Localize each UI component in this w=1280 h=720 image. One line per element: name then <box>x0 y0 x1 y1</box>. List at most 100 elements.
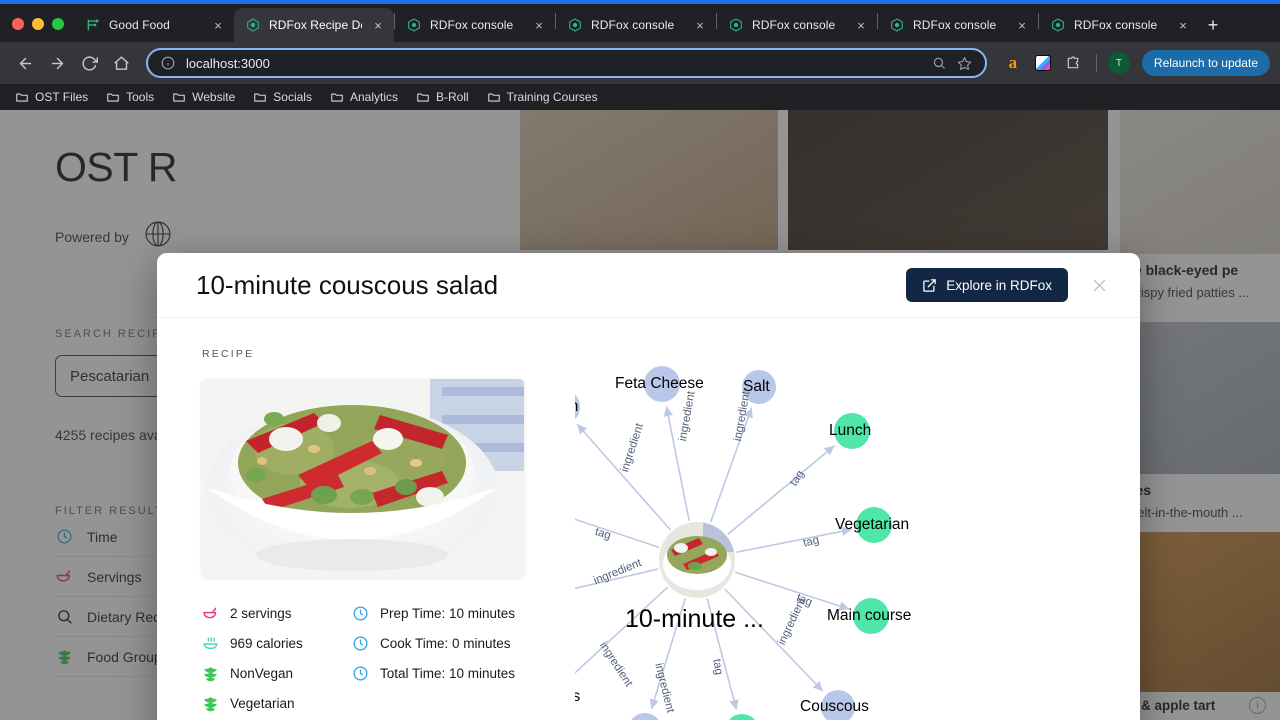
bookmark-label: B-Roll <box>436 90 469 104</box>
browser-tab-1[interactable]: RDFox Recipe Dem× <box>234 8 394 42</box>
rdfox-icon <box>889 17 905 33</box>
bookmark-label: Analytics <box>350 90 398 104</box>
bookmark-4[interactable]: Analytics <box>323 87 405 107</box>
servings-bowl-icon <box>202 605 219 622</box>
bookmark-6[interactable]: Training Courses <box>480 87 605 107</box>
clock-icon <box>352 665 369 682</box>
clock-icon <box>352 605 369 622</box>
folder-icon <box>15 90 29 104</box>
site-info-icon[interactable] <box>160 55 176 71</box>
browser-toolbar: localhost:3000 a T Relaunch to update <box>0 42 1280 84</box>
rdfox-icon <box>567 17 583 33</box>
explore-in-rdfox-button[interactable]: Explore in RDFox <box>906 268 1068 302</box>
rdfox-icon <box>728 17 744 33</box>
close-window-button[interactable] <box>12 18 24 30</box>
graph-edge-label-10: tag <box>710 658 725 676</box>
graph-node-label: Vegetarian <box>835 516 909 534</box>
relaunch-to-update-button[interactable]: Relaunch to update <box>1142 50 1270 76</box>
tab-close-button[interactable]: × <box>210 17 226 33</box>
recipe-meta-6: Vegetarian <box>202 695 352 712</box>
graph-center-node[interactable] <box>659 522 735 598</box>
knowledge-graph-pane[interactable]: 10-minute ...Feta CheeseSaltOnionLunchPe… <box>575 318 1140 720</box>
search-icon[interactable] <box>931 55 947 71</box>
graph-node-label: Pine Nuts <box>575 688 580 706</box>
tab-close-button[interactable]: × <box>370 17 386 33</box>
explore-button-label: Explore in RDFox <box>946 278 1052 293</box>
recipe-meta-label: Vegetarian <box>230 696 295 711</box>
bookmark-2[interactable]: Website <box>165 87 242 107</box>
window-traffic-lights[interactable] <box>0 18 74 42</box>
tab-title: Good Food <box>109 18 202 32</box>
tab-close-button[interactable]: × <box>1014 17 1030 33</box>
tab-close-button[interactable]: × <box>692 17 708 33</box>
tab-close-button[interactable]: × <box>853 17 869 33</box>
tab-title: RDFox console <box>913 18 1006 32</box>
forward-arrow-icon[interactable] <box>42 48 72 78</box>
bookmark-3[interactable]: Socials <box>246 87 319 107</box>
back-arrow-icon[interactable] <box>10 48 40 78</box>
recipe-details-pane: RECIPE <box>157 318 575 720</box>
profile-avatar[interactable]: T <box>1108 52 1130 74</box>
leaf-icon <box>202 665 219 682</box>
folder-icon <box>487 90 501 104</box>
toolbar-divider <box>1096 54 1097 72</box>
browser-tab-2[interactable]: RDFox console× <box>395 8 555 42</box>
browser-chrome: Good Food×RDFox Recipe Dem×RDFox console… <box>0 0 1280 110</box>
modal-header: 10-minute couscous salad Explore in RDFo… <box>157 253 1140 318</box>
recipe-meta-label: NonVegan <box>230 666 293 681</box>
clock-icon <box>352 635 369 652</box>
folder-icon <box>106 90 120 104</box>
bookmarks-bar: OST Files ToolsWebsite Socials Analytics B-R… <box>0 84 1280 110</box>
graph-edge-3 <box>728 446 835 535</box>
recipe-meta-label: 969 calories <box>230 636 303 651</box>
rdfox-icon <box>1050 17 1066 33</box>
recipe-meta-2: 969 calories <box>202 635 352 652</box>
tab-close-button[interactable]: × <box>531 17 547 33</box>
bookmark-1[interactable]: Tools <box>99 87 161 107</box>
browser-tab-5[interactable]: RDFox console × <box>878 8 1038 42</box>
reload-icon[interactable] <box>74 48 104 78</box>
amazon-icon[interactable]: a <box>1001 51 1025 75</box>
minimize-window-button[interactable] <box>32 18 44 30</box>
address-bar-url[interactable]: localhost:3000 <box>186 56 921 71</box>
browser-tab-4[interactable]: RDFox console× <box>717 8 877 42</box>
recipe-meta-3: Cook Time: 0 minutes <box>352 635 532 652</box>
recipe-meta-label: 2 servings <box>230 606 292 621</box>
bookmark-label: Training Courses <box>507 90 598 104</box>
tab-title: RDFox console <box>1074 18 1167 32</box>
home-icon[interactable] <box>106 48 136 78</box>
goodfood-icon <box>85 17 101 33</box>
recipe-section-kicker: RECIPE <box>202 348 575 360</box>
recipe-meta-label: Cook Time: 0 minutes <box>380 636 511 651</box>
new-tab-button[interactable]: + <box>1199 11 1227 39</box>
browser-tab-3[interactable]: RDFox console × <box>556 8 716 42</box>
browser-tab-6[interactable]: RDFox console × <box>1039 8 1199 42</box>
folder-icon <box>330 90 344 104</box>
bookmark-label: Socials <box>273 90 312 104</box>
recipe-meta-4: NonVegan <box>202 665 352 682</box>
colorpicker-icon[interactable] <box>1031 51 1055 75</box>
recipe-meta-0: 2 servings <box>202 605 352 622</box>
star-icon[interactable] <box>957 55 973 71</box>
bookmark-0[interactable]: OST Files <box>8 87 95 107</box>
tab-title: RDFox console <box>591 18 684 32</box>
address-bar[interactable]: localhost:3000 <box>146 48 987 78</box>
tab-strip: Good Food×RDFox Recipe Dem×RDFox console… <box>0 4 1280 42</box>
recipe-photo <box>202 379 524 577</box>
rdfox-icon <box>245 17 261 33</box>
bookmark-label: OST Files <box>35 90 88 104</box>
rdfox-icon <box>406 17 422 33</box>
recipe-meta-5: Total Time: 10 minutes <box>352 665 532 682</box>
modal-title: 10-minute couscous salad <box>196 270 906 301</box>
recipe-detail-modal: 10-minute couscous salad Explore in RDFo… <box>157 253 1140 720</box>
close-icon[interactable] <box>1082 268 1116 302</box>
browser-tab-0[interactable]: Good Food × <box>74 8 234 42</box>
bookmark-5[interactable]: B-Roll <box>409 87 476 107</box>
tab-close-button[interactable]: × <box>1175 17 1191 33</box>
maximize-window-button[interactable] <box>52 18 64 30</box>
folder-icon <box>172 90 186 104</box>
extensions-puzzle-icon[interactable] <box>1061 51 1085 75</box>
leaf-icon <box>202 695 219 712</box>
graph-node-label: Lunch <box>829 422 871 440</box>
recipe-meta-label: Total Time: 10 minutes <box>380 666 515 681</box>
